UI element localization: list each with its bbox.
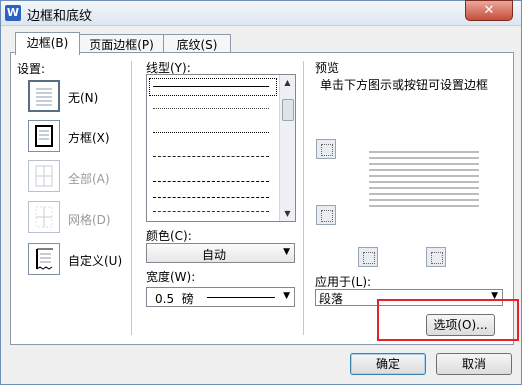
color-value: 自动: [202, 248, 227, 262]
width-value: 0.5 磅: [155, 292, 194, 306]
grid-all-icon: [35, 165, 53, 187]
highlight-annotation: [377, 299, 519, 341]
bottom-border-icon[interactable]: [316, 205, 336, 225]
box-icon: [35, 125, 53, 147]
divider: [131, 61, 132, 335]
close-button[interactable]: ✕: [465, 0, 513, 21]
color-dropdown[interactable]: 自动 ▼: [146, 243, 295, 263]
custom-border-icon: [36, 248, 53, 270]
setting-box-icon[interactable]: [28, 120, 60, 152]
close-icon: ✕: [483, 3, 495, 18]
line-style-dash-dot[interactable]: [153, 197, 269, 198]
setting-grid-icon[interactable]: [28, 201, 60, 233]
borders-and-shading-dialog: W 边框和底纹 ✕ 边框(B) 页面边框(P) 底纹(S) 设置: 无(N) 方…: [0, 0, 522, 385]
line-style-dash-dot-dot[interactable]: [153, 211, 269, 212]
setting-custom-icon[interactable]: [28, 243, 60, 275]
divider: [303, 61, 304, 335]
width-line-sample: [207, 297, 275, 298]
setting-none-icon[interactable]: [28, 80, 60, 112]
grid-icon: [35, 206, 53, 228]
cancel-button-label: 取消: [461, 357, 486, 371]
line-style-dotted[interactable]: [153, 132, 269, 133]
setting-box-label[interactable]: 方框(X): [68, 129, 110, 146]
tab-borders-label: 边框(B): [26, 36, 69, 50]
scroll-down-icon[interactable]: ▼: [280, 206, 295, 221]
dialog-title: 边框和底纹: [27, 9, 93, 24]
preview-hint: 单击下方图示或按钮可设置边框: [320, 78, 489, 92]
color-label: 颜色(C):: [146, 229, 192, 243]
cancel-button[interactable]: 取消: [436, 353, 512, 375]
line-style-scrollbar[interactable]: ▲ ▼: [279, 75, 295, 221]
setting-custom-label[interactable]: 自定义(U): [68, 252, 122, 269]
line-style-dashed-small[interactable]: [153, 156, 269, 157]
line-style-solid[interactable]: [153, 86, 269, 87]
setting-grid-label[interactable]: 网格(D): [68, 211, 111, 228]
chevron-down-icon: ▼: [283, 247, 290, 257]
scroll-thumb[interactable]: [282, 99, 294, 121]
scroll-up-icon[interactable]: ▲: [280, 75, 295, 90]
width-dropdown[interactable]: 0.5 磅 ▼: [146, 287, 295, 307]
preview-label: 预览: [315, 61, 340, 75]
top-border-icon[interactable]: [316, 139, 336, 159]
line-style-dashed[interactable]: [153, 181, 269, 182]
lines-icon: [36, 88, 52, 106]
right-border-icon[interactable]: [426, 247, 446, 267]
tab-borders[interactable]: 边框(B): [15, 32, 80, 55]
setting-none-label[interactable]: 无(N): [68, 89, 98, 106]
tab-shading-label: 底纹(S): [176, 38, 218, 52]
apply-to-label: 应用于(L):: [315, 275, 372, 289]
setting-all-icon[interactable]: [28, 160, 60, 192]
setting-all-label[interactable]: 全部(A): [68, 170, 110, 187]
ok-button-label: 确定: [375, 357, 400, 371]
line-style-dotted-fine[interactable]: [153, 108, 269, 109]
selected-item-focus: [149, 78, 277, 96]
settings-label: 设置:: [17, 62, 46, 76]
width-label: 宽度(W):: [146, 270, 196, 284]
line-style-list[interactable]: ▲ ▼: [146, 74, 296, 222]
apply-to-value: 段落: [319, 292, 344, 306]
chevron-down-icon: ▼: [283, 291, 290, 301]
tab-page-borders-label: 页面边框(P): [89, 38, 154, 52]
title-bar: W 边框和底纹 ✕: [1, 0, 521, 26]
left-border-icon[interactable]: [358, 247, 378, 267]
wps-writer-icon: W: [5, 5, 21, 21]
ok-button[interactable]: 确定: [350, 353, 426, 375]
